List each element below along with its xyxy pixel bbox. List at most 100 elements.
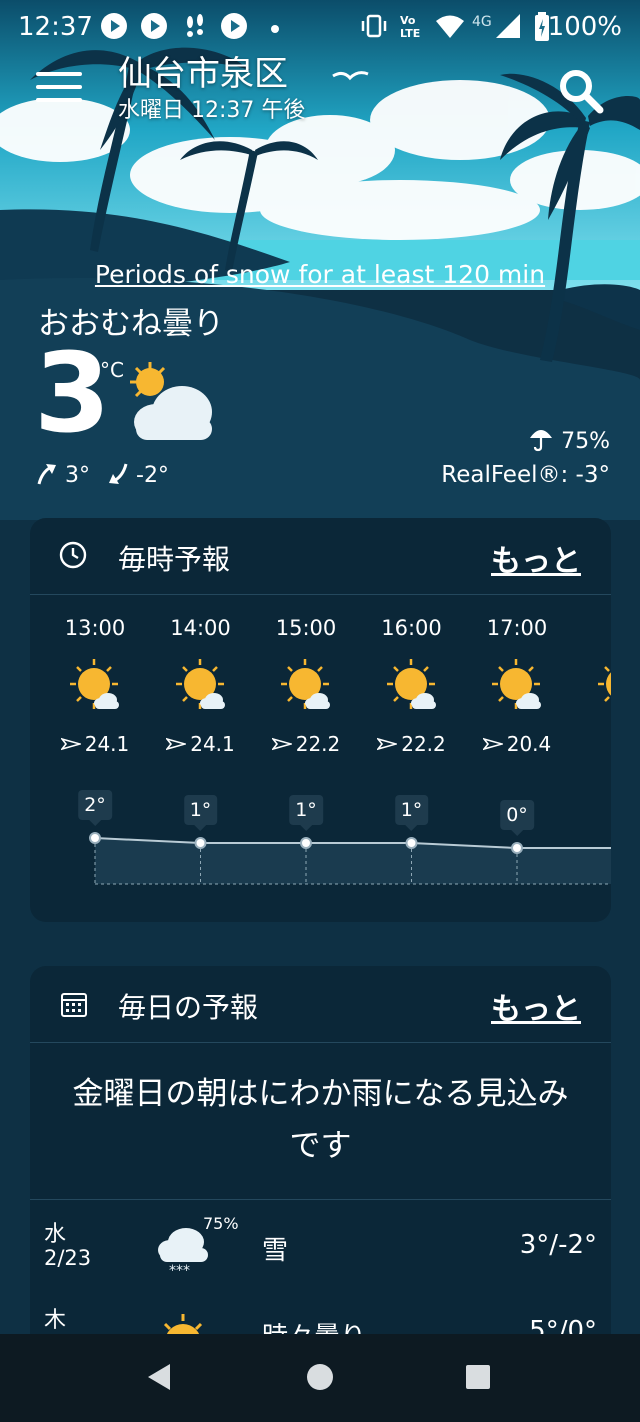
partly-sunny-icon xyxy=(597,666,611,702)
partly-sunny-icon xyxy=(281,659,330,709)
daily-more-link[interactable]: もっと xyxy=(491,984,581,1028)
hour-temp-label: 1° xyxy=(394,795,429,831)
hour-temp-label: 0° xyxy=(500,800,534,836)
status-time: 12:37 xyxy=(18,12,93,42)
umbrella-icon xyxy=(530,430,553,452)
network-type: 4G xyxy=(472,14,492,30)
recents-icon[interactable] xyxy=(464,1362,492,1392)
hour-wind: 20.4 xyxy=(464,732,570,756)
partly-sunny-icon xyxy=(386,659,436,709)
volte-icon: VoLTE xyxy=(400,14,420,40)
dot-icon xyxy=(271,25,279,33)
play-icon xyxy=(221,13,247,39)
minutecast-alert-link[interactable]: Periods of snow for at least 120 min xyxy=(0,260,640,289)
hour-time: 15:00 xyxy=(275,616,337,640)
wind-direction-icon xyxy=(376,737,400,751)
day-condition: 雪 xyxy=(262,1236,289,1266)
partly-sunny-icon xyxy=(492,659,541,709)
clock-icon xyxy=(59,541,87,569)
wind-speed: 22.2 xyxy=(295,732,341,756)
play-icon xyxy=(101,13,127,39)
daily-row[interactable]: 水 2/23 *** 75% 雪 3°/-2° xyxy=(30,1210,611,1290)
city-name[interactable]: 仙台市泉区 xyxy=(118,46,288,95)
hourly-item[interactable]: 15:00 22.2 xyxy=(253,616,359,756)
temperature-unit: °C xyxy=(100,358,124,382)
wind-direction-icon xyxy=(481,737,505,751)
hour-wind xyxy=(570,732,611,756)
menu-button[interactable] xyxy=(36,72,82,106)
battery-percent: 100% xyxy=(547,12,622,42)
temperature-point xyxy=(194,837,207,849)
local-datetime: 水曜日 12:37 午後 xyxy=(118,98,306,123)
svg-text:LTE: LTE xyxy=(400,27,420,40)
hourly-item[interactable]: 13:00 24.1 xyxy=(42,616,148,756)
partly-sunny-icon xyxy=(175,659,225,709)
system-navigation-bar xyxy=(0,1334,640,1422)
hourly-title: 毎時予報 xyxy=(118,543,231,576)
daily-title: 毎日の予報 xyxy=(118,991,259,1024)
divider xyxy=(30,594,611,595)
wind-speed: 24.1 xyxy=(84,732,130,756)
day-name: 木 xyxy=(44,1308,67,1333)
home-icon[interactable] xyxy=(306,1362,334,1392)
temperature-point xyxy=(89,832,101,844)
wind-direction-icon xyxy=(165,737,189,751)
walk-icon xyxy=(187,14,203,37)
signal-icon xyxy=(496,14,520,38)
daily-forecast-card: 毎日の予報 もっと 金曜日の朝はにわか雨になる見込みです 水 2/23 *** … xyxy=(30,966,611,1386)
svg-text:Vo: Vo xyxy=(400,14,416,27)
day-temps: 3°/-2° xyxy=(519,1230,597,1260)
hour-time: 17:00 xyxy=(486,616,548,640)
realfeel-temp: RealFeel®: -3° xyxy=(441,462,610,488)
hourly-item[interactable]: 14:00 24.1 xyxy=(148,616,254,756)
day-date: 2/23 xyxy=(44,1246,92,1270)
snow-icon: *** xyxy=(158,1228,208,1276)
wind-direction-icon xyxy=(270,737,294,751)
temperature-point xyxy=(511,842,523,854)
hour-temp-label xyxy=(610,800,611,830)
wifi-icon xyxy=(436,15,464,38)
hour-wind: 22.2 xyxy=(253,732,359,756)
hour-temp-label: 1° xyxy=(289,795,323,831)
high-low-temps: 3° -2° xyxy=(36,462,169,488)
hour-time: 14:00 xyxy=(170,616,231,640)
partly-sunny-icon xyxy=(70,659,119,709)
hour-time: 18 xyxy=(570,616,611,640)
hourly-item[interactable]: 18 xyxy=(570,616,611,756)
hour-wind: 24.1 xyxy=(42,732,148,756)
hour-wind: 24.1 xyxy=(148,732,254,756)
day-precip: 75% xyxy=(203,1214,239,1233)
play-icon xyxy=(141,13,167,39)
wind-speed: 22.2 xyxy=(401,732,446,756)
arrow-down-icon xyxy=(109,463,128,484)
temperature-area xyxy=(95,838,611,884)
mostly-cloudy-icon xyxy=(130,362,212,440)
high-temp: 3° xyxy=(65,463,90,488)
current-temperature: 3 xyxy=(34,329,111,457)
hour-time: 16:00 xyxy=(381,616,442,640)
status-bar: 12:37 Vo LTE 4G 100% xyxy=(0,0,640,60)
search-icon[interactable] xyxy=(556,66,604,114)
wind-direction-icon xyxy=(59,737,83,751)
wind-speed: 20.4 xyxy=(506,732,552,756)
divider xyxy=(30,1199,611,1200)
hour-temp-label: 1° xyxy=(183,795,218,831)
back-icon[interactable] xyxy=(146,1362,174,1392)
hourly-item[interactable]: 17:00 20.4 xyxy=(464,616,570,756)
daily-headline[interactable]: 金曜日の朝はにわか雨になる見込みです xyxy=(30,1068,611,1172)
divider xyxy=(30,1042,611,1043)
hourly-item[interactable]: 16:00 22.2 xyxy=(359,616,465,756)
hourly-more-link[interactable]: もっと xyxy=(491,536,581,580)
hour-time: 13:00 xyxy=(64,616,126,640)
vibrate-icon xyxy=(361,14,387,38)
hour-temp-label: 2° xyxy=(78,790,112,826)
hour-wind: 22.2 xyxy=(359,732,465,756)
day-name: 水 xyxy=(44,1222,67,1247)
low-temp: -2° xyxy=(136,463,169,488)
precip-value: 75% xyxy=(561,429,610,454)
calendar-icon xyxy=(61,993,87,1017)
temperature-point xyxy=(300,837,312,849)
wind-direction-icon xyxy=(609,737,611,751)
svg-text:***: *** xyxy=(169,1263,190,1276)
arrow-up-icon xyxy=(37,464,56,485)
